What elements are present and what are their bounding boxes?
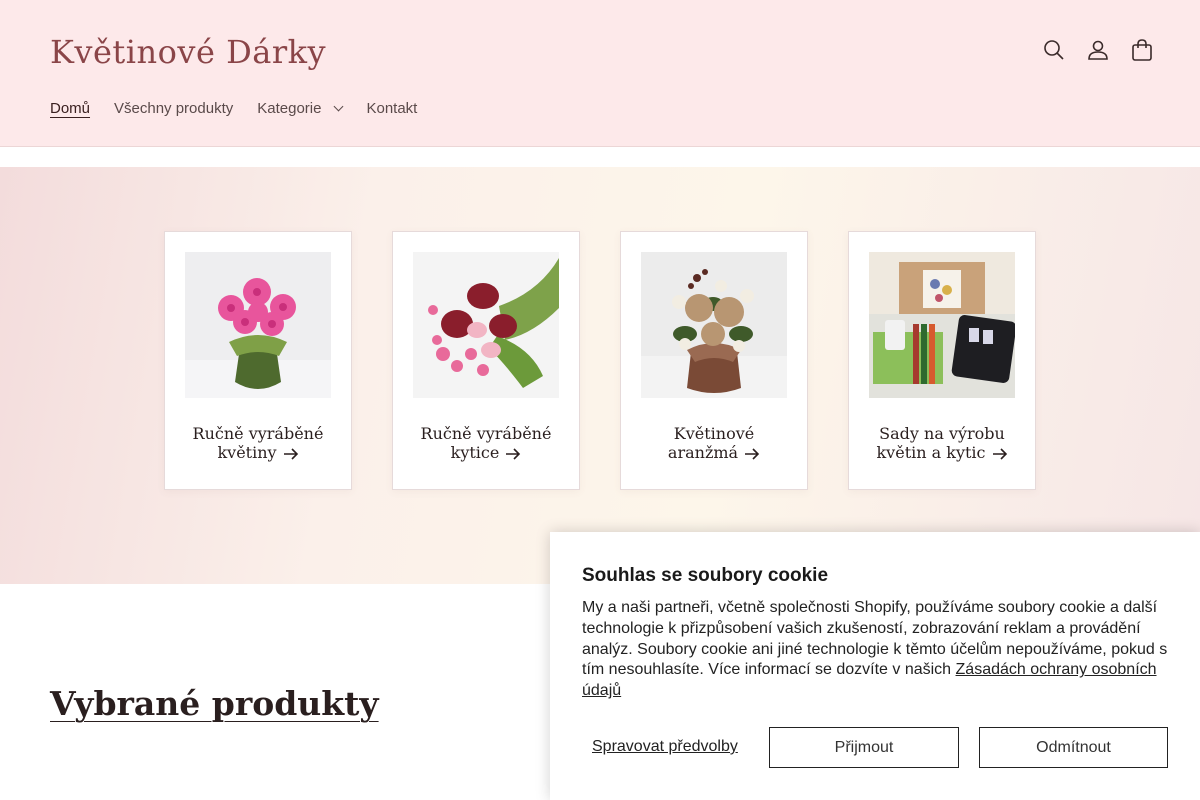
collection-title[interactable]: Ručně vyráběné kytice xyxy=(401,424,571,462)
collection-title-line1: Ručně vyráběné xyxy=(420,424,552,443)
collection-image xyxy=(869,252,1015,398)
arrow-right-icon xyxy=(992,447,1007,460)
collection-title-line2: květin a kytic xyxy=(876,443,986,462)
collection-title-line1: Sady na výrobu xyxy=(879,424,1005,443)
accept-button[interactable]: Přijmout xyxy=(769,727,959,768)
nav-all-products[interactable]: Všechny produkty xyxy=(114,100,233,117)
collection-card[interactable]: Sady na výrobu květin a kytic xyxy=(848,231,1036,490)
collection-image xyxy=(185,252,331,398)
collection-list: Ručně vyráběné květiny Ručně vyráběné ky… xyxy=(0,167,1200,584)
collection-image xyxy=(413,252,559,398)
collection-card[interactable]: Ručně vyráběné květiny xyxy=(164,231,352,490)
collection-title[interactable]: Sady na výrobu květin a kytic xyxy=(857,424,1027,462)
chevron-down-icon xyxy=(334,101,344,112)
nav-categories-label: Kategorie xyxy=(257,100,322,117)
cookie-title: Souhlas se soubory cookie xyxy=(582,565,829,586)
arrow-right-icon xyxy=(506,447,521,460)
cookie-consent-banner: Souhlas se soubory cookie My a naši part… xyxy=(550,532,1200,800)
collection-title[interactable]: Ručně vyráběné květiny xyxy=(173,424,343,462)
nav-home[interactable]: Domů xyxy=(50,100,90,117)
main-nav: Domů Všechny produkty Kategorie Kontakt xyxy=(50,100,417,117)
collection-card[interactable]: Ručně vyráběné kytice xyxy=(392,231,580,490)
collection-title-line2: kytice xyxy=(450,443,500,462)
account-icon[interactable] xyxy=(1086,38,1110,62)
collection-card[interactable]: Květinové aranžmá xyxy=(620,231,808,490)
arrow-right-icon xyxy=(745,447,760,460)
collection-title-line1: Ručně vyráběné xyxy=(192,424,324,443)
nav-contact[interactable]: Kontakt xyxy=(366,100,417,117)
featured-products-heading[interactable]: Vybrané produkty xyxy=(50,684,379,723)
cookie-text: My a naši partneři, včetně společnosti S… xyxy=(582,598,1172,702)
collection-title-line2: aranžmá xyxy=(667,443,739,462)
search-icon[interactable] xyxy=(1042,38,1066,62)
decline-button[interactable]: Odmítnout xyxy=(979,727,1168,768)
manage-preferences-link[interactable]: Spravovat předvolby xyxy=(592,738,738,756)
nav-categories[interactable]: Kategorie xyxy=(257,100,344,117)
collection-image xyxy=(641,252,787,398)
collection-title-line1: Květinové xyxy=(673,424,755,443)
site-header: Květinové Dárky Domů Všechny produkty Ka… xyxy=(0,0,1200,147)
cart-icon[interactable] xyxy=(1130,38,1154,62)
collection-title[interactable]: Květinové aranžmá xyxy=(629,424,799,462)
site-logo[interactable]: Květinové Dárky xyxy=(50,33,326,71)
arrow-right-icon xyxy=(283,447,298,460)
header-icons xyxy=(1042,38,1154,62)
collection-title-line2: květiny xyxy=(217,443,277,462)
